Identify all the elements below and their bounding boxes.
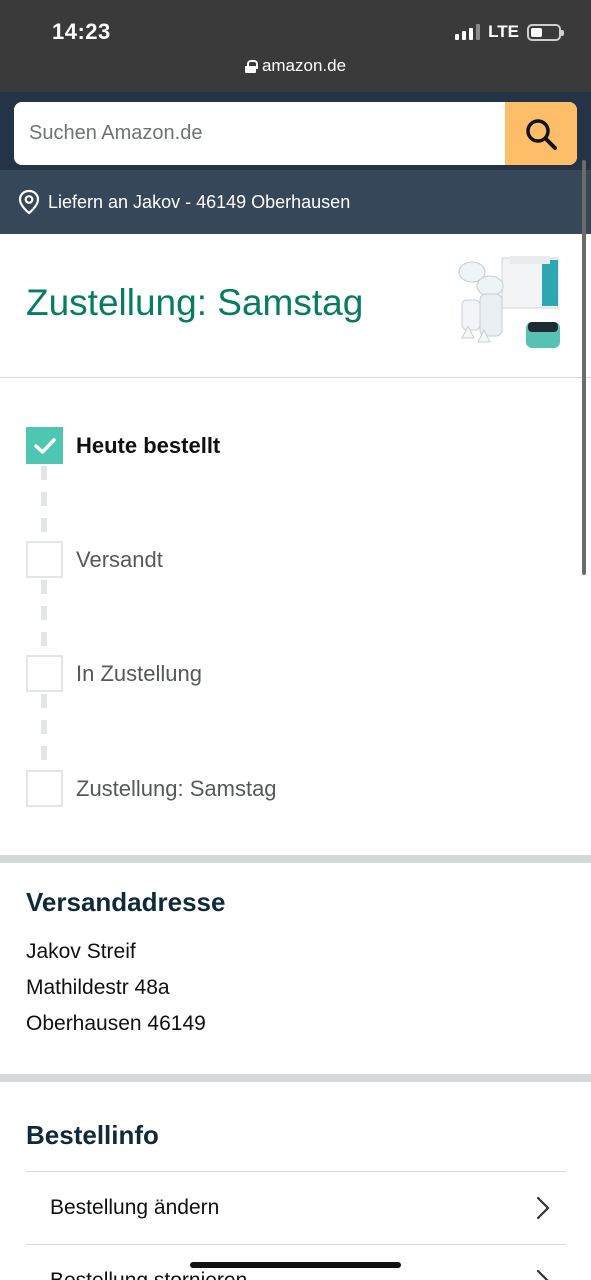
search-bar xyxy=(14,102,577,165)
chevron-right-icon xyxy=(536,1269,550,1280)
network-label: LTE xyxy=(488,22,519,41)
checkmark-icon xyxy=(33,437,56,454)
address-city: Oberhausen 46149 xyxy=(26,1012,206,1035)
url-bar[interactable]: amazon.de xyxy=(0,56,591,76)
battery-icon xyxy=(527,23,564,41)
delivery-title: Zustellung: Samstag xyxy=(26,282,364,323)
change-order-label: Bestellung ändern xyxy=(50,1195,220,1219)
lock-icon xyxy=(244,59,258,73)
tracker-step: Zustellung: Samstag xyxy=(26,770,277,807)
status-time: 14:23 xyxy=(52,19,111,44)
tracker-step: Heute bestellt xyxy=(26,427,220,464)
step-label: Heute bestellt xyxy=(76,432,221,458)
search-icon xyxy=(526,118,557,150)
deliver-to-text: Liefern an Jakov - 46149 Oberhausen xyxy=(48,191,351,212)
deliver-to-bar[interactable]: Liefern an Jakov - 46149 Oberhausen xyxy=(0,170,591,234)
tracker-step: Versandt xyxy=(26,541,163,578)
change-order-row[interactable]: Bestellung ändern xyxy=(26,1171,566,1243)
search-input[interactable] xyxy=(14,102,505,165)
address-street: Mathildestr 48a xyxy=(26,976,170,999)
order-info-title: Bestellinfo xyxy=(26,1120,159,1150)
address-name: Jakov Streif xyxy=(26,940,136,963)
tracker-connector xyxy=(41,466,47,540)
search-button[interactable] xyxy=(505,102,577,165)
home-indicator[interactable] xyxy=(190,1262,401,1268)
status-indicators: LTE xyxy=(455,22,564,42)
step-checkbox-checked xyxy=(26,427,63,464)
step-label: Versandt xyxy=(76,546,163,572)
step-label: In Zustellung xyxy=(76,660,202,686)
url-text: amazon.de xyxy=(261,56,347,75)
divider xyxy=(0,377,591,378)
section-separator xyxy=(0,1074,591,1082)
scrollbar[interactable] xyxy=(582,160,586,575)
cancel-order-label: Bestellung stornieren xyxy=(50,1268,248,1280)
tracker-connector xyxy=(41,694,47,768)
step-checkbox xyxy=(26,655,63,692)
step-label: Zustellung: Samstag xyxy=(76,775,277,801)
address-section-title: Versandadresse xyxy=(26,887,226,917)
tracker-connector xyxy=(41,580,47,654)
step-checkbox xyxy=(26,541,63,578)
browser-top-bar: 14:23 LTE amazon.de xyxy=(0,0,591,92)
step-checkbox xyxy=(26,770,63,807)
section-separator xyxy=(0,855,591,863)
site-header xyxy=(0,92,591,170)
product-image[interactable] xyxy=(450,250,565,356)
signal-icon xyxy=(455,24,481,40)
chevron-right-icon xyxy=(536,1196,550,1219)
location-pin-icon xyxy=(18,189,40,215)
tracker-step: In Zustellung xyxy=(26,655,202,692)
